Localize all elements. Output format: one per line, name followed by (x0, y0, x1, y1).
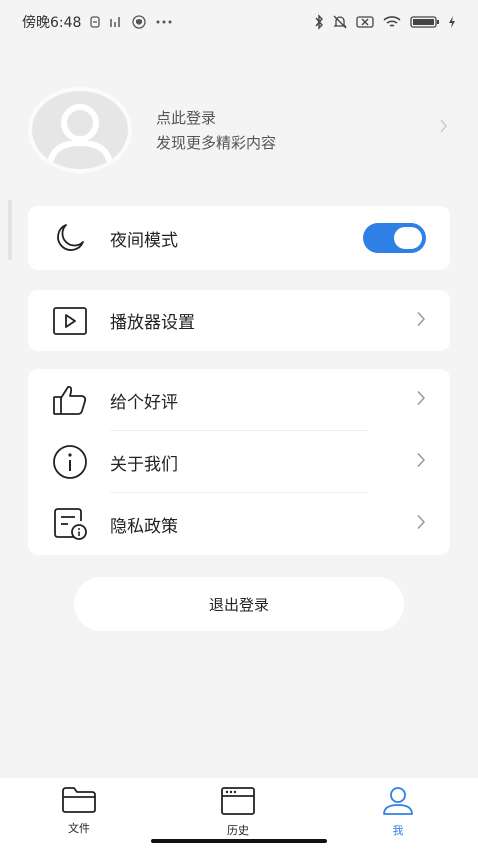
scroll-indicator (8, 200, 12, 260)
history-window-icon (220, 786, 256, 820)
chevron-right-icon (417, 514, 426, 534)
moon-icon (52, 220, 88, 256)
privacy-document-icon (52, 506, 88, 542)
chevron-right-icon (417, 452, 426, 472)
login-prompt: 点此登录 (156, 109, 217, 127)
mute-bell-icon (332, 14, 348, 30)
chevron-right-icon (440, 118, 448, 137)
rate-app-label: 给个好评 (110, 392, 178, 413)
about-us-label: 关于我们 (110, 454, 178, 475)
user-avatar-icon (47, 104, 113, 165)
privacy-policy-label: 隐私政策 (110, 516, 178, 537)
nav-tab-me[interactable]: 我 (358, 786, 438, 838)
thumbs-up-icon (52, 382, 88, 418)
login-profile-area[interactable]: 点此登录 发现更多精彩内容 (28, 82, 450, 178)
person-icon (380, 786, 416, 820)
toggle-knob (392, 225, 424, 251)
player-settings-row[interactable]: 播放器设置 (28, 290, 450, 351)
status-bar: 傍晚6:48 (0, 0, 478, 44)
night-mode-label: 夜间模式 (110, 230, 178, 251)
bluetooth-icon (314, 14, 324, 30)
night-mode-card: 夜间模式 (28, 206, 450, 270)
login-subtitle: 发现更多精彩内容 (156, 134, 277, 152)
privacy-policy-row[interactable]: 隐私政策 (28, 493, 450, 555)
more-dots-icon (155, 19, 173, 25)
rate-app-row[interactable]: 给个好评 (28, 369, 450, 431)
player-settings-label: 播放器设置 (110, 313, 195, 333)
about-group-card: 给个好评 关于我们 隐私政策 (28, 369, 450, 555)
avatar[interactable] (28, 87, 132, 173)
nav-label-files: 文件 (68, 822, 90, 835)
battery-icon (410, 15, 440, 29)
play-icon (52, 303, 88, 339)
home-indicator (151, 839, 327, 843)
player-settings-card: 播放器设置 (28, 290, 450, 351)
info-icon (52, 444, 88, 480)
night-mode-toggle[interactable] (363, 223, 426, 253)
nav-label-me: 我 (392, 824, 404, 837)
nav-label-history: 历史 (227, 824, 249, 837)
signal-speed-icon (109, 16, 123, 28)
chevron-right-icon (417, 390, 426, 410)
about-us-row[interactable]: 关于我们 (28, 431, 450, 493)
sync-icon (89, 16, 101, 28)
shield-icon (131, 15, 147, 29)
no-sim-icon (356, 15, 374, 29)
folder-icon (61, 786, 97, 818)
nav-tab-files[interactable]: 文件 (39, 786, 119, 836)
night-mode-row[interactable]: 夜间模式 (28, 206, 450, 270)
wifi-icon (382, 15, 402, 29)
logout-button[interactable]: 退出登录 (74, 577, 404, 631)
chevron-right-icon (417, 311, 426, 330)
status-time: 傍晚6:48 (22, 15, 82, 31)
charging-icon (448, 16, 456, 28)
nav-tab-history[interactable]: 历史 (198, 786, 278, 838)
